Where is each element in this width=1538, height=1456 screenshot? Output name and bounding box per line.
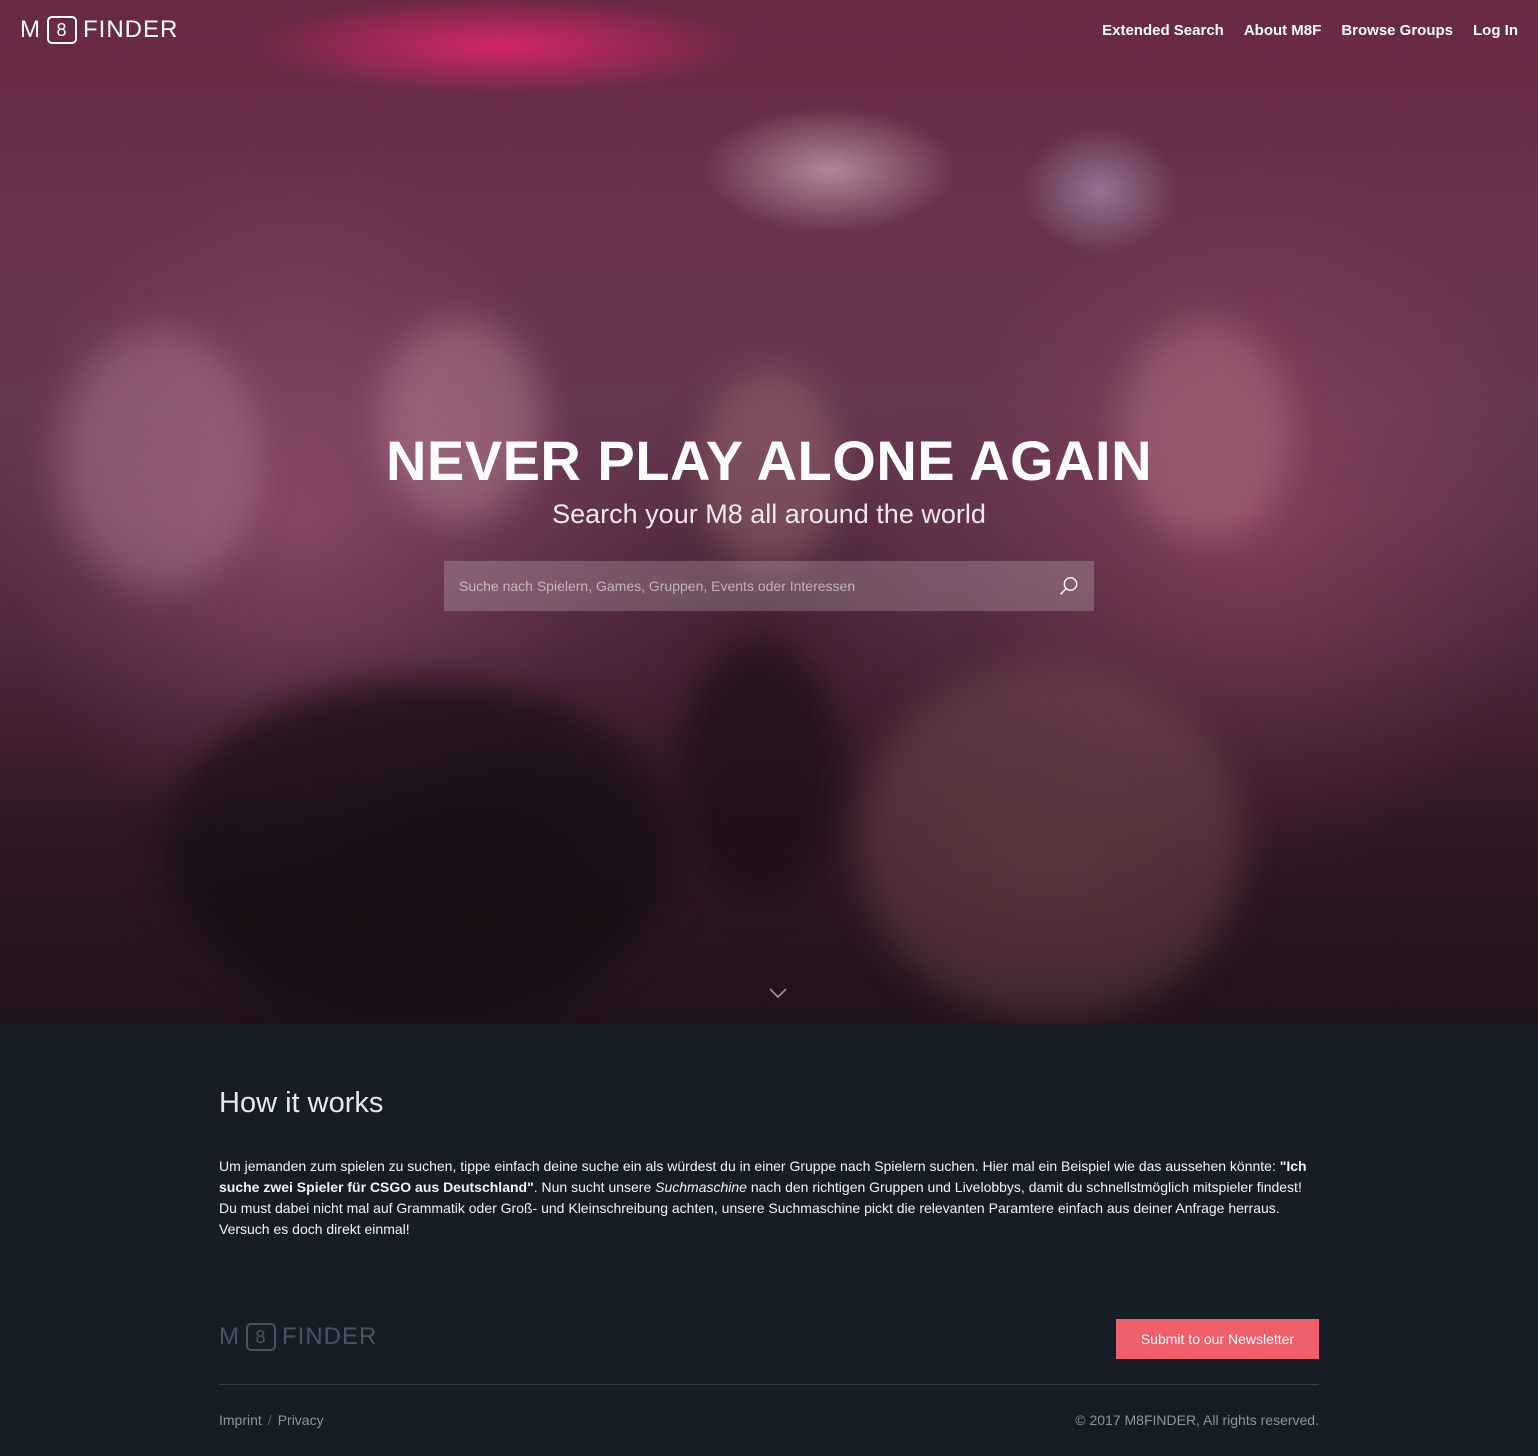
how-text-part-2: . Nun sucht unsere [533, 1179, 656, 1195]
footer-logo-box: 8 [246, 1323, 276, 1351]
newsletter-button[interactable]: Submit to our Newsletter [1116, 1319, 1319, 1359]
logo-text-right: FINDER [83, 16, 179, 43]
search-bar [444, 561, 1094, 611]
how-text-engine: Suchmaschine [655, 1179, 747, 1195]
footer-divider [219, 1384, 1319, 1385]
nav-login[interactable]: Log In [1473, 22, 1518, 39]
hero-content: NEVER PLAY ALONE AGAIN Search your M8 al… [0, 428, 1538, 532]
scroll-down-button[interactable] [768, 986, 788, 1004]
top-navbar: M 8 FINDER Extended Search About M8F Bro… [0, 0, 1538, 60]
hero-subtitle: Search your M8 all around the world [552, 499, 986, 529]
how-it-works-section: How it works Um jemanden zum spielen zu … [219, 1084, 1319, 1240]
logo-text-left: M [20, 16, 41, 43]
footer-logo-text-left: M [219, 1323, 240, 1350]
search-button[interactable] [1044, 561, 1094, 611]
how-it-works-title: How it works [219, 1087, 384, 1119]
footer-link-separator: / [267, 1412, 272, 1428]
footer-logo[interactable]: M 8 FINDER [219, 1323, 377, 1351]
main-nav: Extended Search About M8F Browse Groups … [1102, 22, 1518, 39]
nav-browse-groups[interactable]: Browse Groups [1341, 22, 1453, 39]
search-input[interactable] [444, 561, 1044, 611]
hero-title: NEVER PLAY ALONE AGAIN [385, 429, 1153, 492]
copyright-text: © 2017 M8FINDER, All rights reserved. [1075, 1412, 1319, 1428]
footer-logo-text-right: FINDER [282, 1323, 378, 1350]
imprint-link[interactable]: Imprint [219, 1412, 262, 1428]
site-logo[interactable]: M 8 FINDER [20, 16, 178, 44]
nav-extended-search[interactable]: Extended Search [1102, 22, 1224, 39]
chevron-down-icon [769, 988, 787, 999]
search-icon [1060, 577, 1078, 595]
footer-links: Imprint / Privacy [219, 1412, 324, 1428]
nav-about[interactable]: About M8F [1244, 22, 1321, 39]
how-text-part-1: Um jemanden zum spielen zu suchen, tippe… [219, 1158, 1280, 1174]
privacy-link[interactable]: Privacy [278, 1412, 324, 1428]
logo-box: 8 [47, 16, 77, 44]
how-it-works-text: Um jemanden zum spielen zu suchen, tippe… [219, 1156, 1319, 1240]
